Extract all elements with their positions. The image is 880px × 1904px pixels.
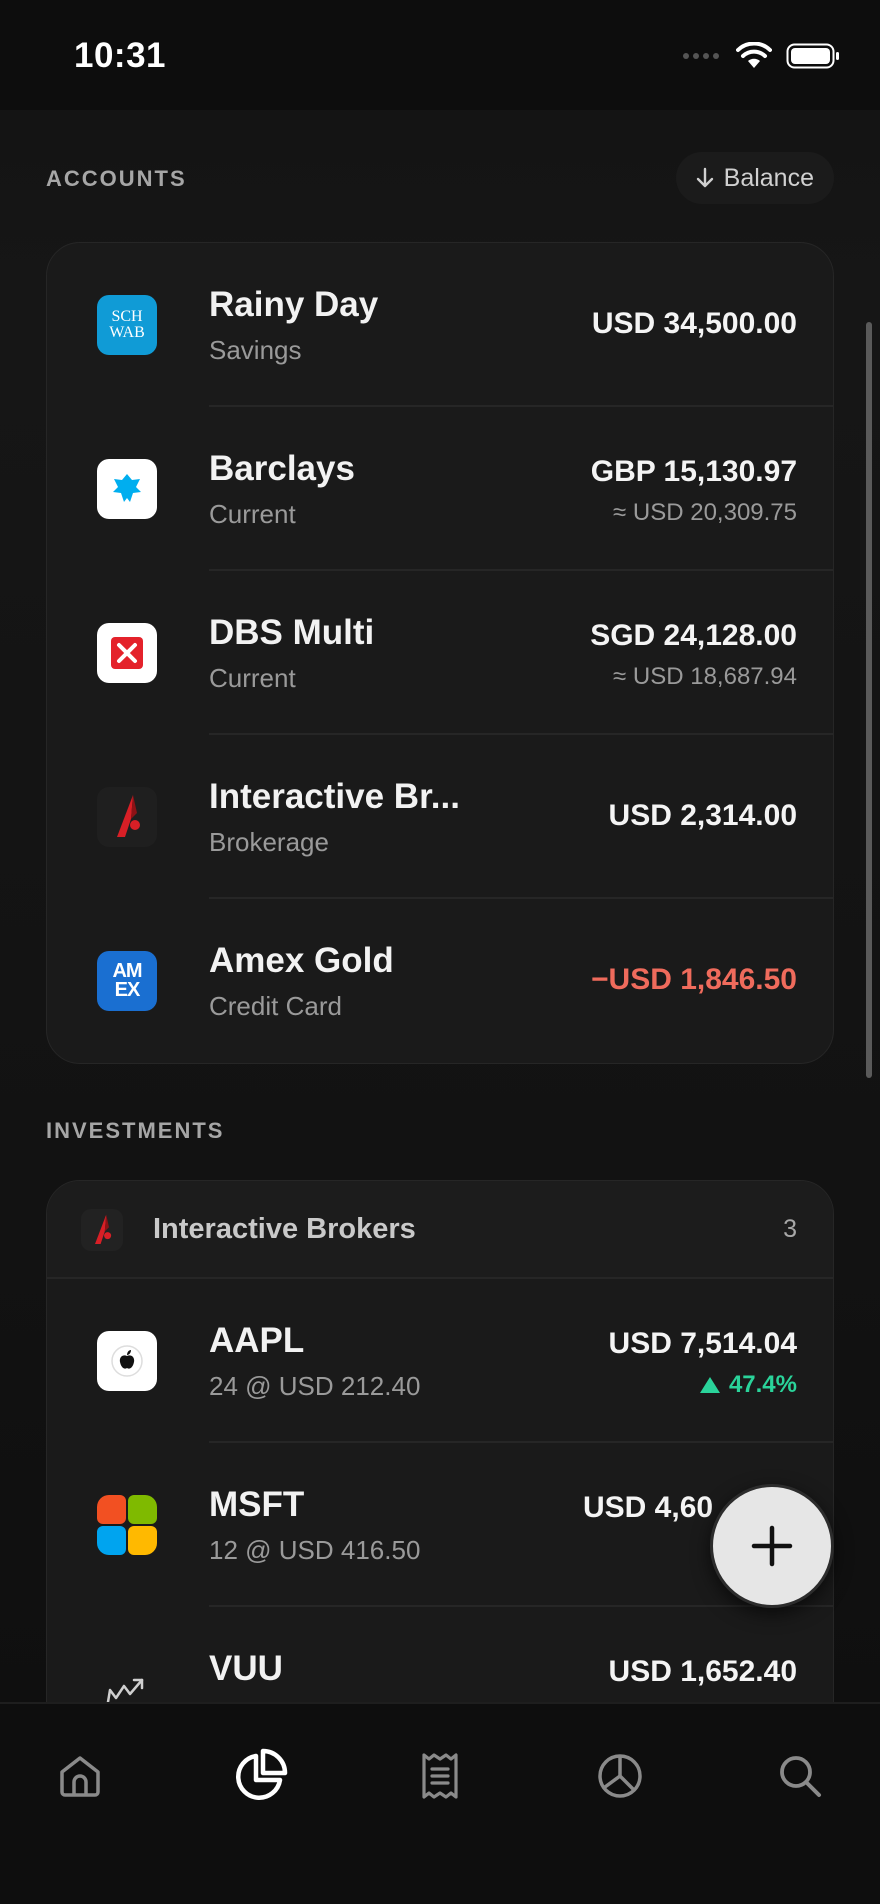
holding-detail: 24 @ USD 212.40 [209, 1371, 421, 1401]
plus-icon [751, 1525, 793, 1567]
brokerage-group-name: Interactive Brokers [153, 1213, 416, 1245]
account-balance: USD 2,314.00 [608, 799, 797, 832]
holding-ticker: AAPL [209, 1321, 305, 1360]
arrow-down-icon [696, 167, 713, 188]
triangle-up-icon [699, 1377, 720, 1393]
home-icon [60, 1756, 100, 1797]
account-type: Current [209, 499, 296, 529]
ib-logo-icon [117, 795, 140, 837]
tab-bar [0, 1702, 880, 1904]
account-row-amex-gold[interactable]: AM EX Amex Gold Credit Card −USD 1,846.5… [47, 899, 833, 1063]
holding-row-aapl[interactable]: AAPL 24 @ USD 212.40 USD 7,514.04 47.4% [47, 1279, 833, 1443]
account-balance: USD 34,500.00 [591, 307, 797, 340]
cellular-signal-icon [683, 53, 719, 59]
account-type: Credit Card [209, 991, 342, 1021]
holding-change: 47.4% [699, 1371, 797, 1399]
accounts-card: SCH WAB Rainy Day Savings USD 34,500.00 … [46, 242, 834, 1064]
amex-logo-line2: EX [114, 979, 141, 1001]
account-name: Interactive Br... [209, 777, 460, 816]
accounts-heading: ACCOUNTS [46, 166, 187, 191]
holding-value: USD 1,652.40 [608, 1655, 797, 1688]
account-name: Barclays [209, 449, 355, 488]
dbs-logo [97, 623, 157, 683]
schwab-logo-line1: SCH [111, 308, 143, 325]
account-row-rainy-day[interactable]: SCH WAB Rainy Day Savings USD 34,500.00 [47, 243, 833, 407]
account-row-dbs-multi[interactable]: DBS Multi Current SGD 24,128.00 ≈ USD 18… [47, 571, 833, 735]
sort-balance-button[interactable]: Balance [675, 152, 834, 204]
tab-search[interactable] [770, 1746, 830, 1806]
holding-ticker: VUU [209, 1649, 283, 1688]
battery-icon [786, 43, 839, 69]
status-time: 10:31 [74, 36, 167, 75]
interactive-brokers-logo [97, 787, 157, 847]
tab-transactions[interactable] [410, 1746, 470, 1806]
receipt-icon [422, 1753, 458, 1799]
add-button[interactable] [710, 1484, 834, 1608]
holding-row-vuu[interactable]: VUU USD 1,652.40 [47, 1607, 833, 1702]
account-balance-negative: −USD 1,846.50 [591, 963, 797, 996]
schwab-logo: SCH WAB [97, 295, 157, 355]
apple-logo [97, 1331, 157, 1391]
account-name: Rainy Day [209, 285, 379, 324]
holding-change-percent: 47.4% [728, 1371, 797, 1398]
trend-up-icon [106, 1678, 144, 1702]
search-icon [780, 1756, 821, 1797]
apple-icon [111, 1345, 143, 1377]
account-type: Current [209, 663, 296, 693]
barclays-logo [97, 459, 157, 519]
eagle-icon [113, 474, 141, 502]
microsoft-logo [97, 1495, 157, 1555]
sort-label: Balance [723, 163, 814, 192]
account-balance: SGD 24,128.00 [590, 619, 797, 652]
wifi-icon [736, 42, 772, 68]
schwab-logo-line2: WAB [109, 324, 145, 341]
account-type: Brokerage [209, 827, 329, 857]
tab-portfolio[interactable] [230, 1746, 290, 1806]
investments-card: Interactive Brokers 3 AAPL 24 @ USD 212.… [46, 1180, 834, 1702]
account-row-barclays[interactable]: Barclays Current GBP 15,130.97 ≈ USD 20,… [47, 407, 833, 571]
status-icons [682, 42, 840, 70]
trend-chart-icon [97, 1659, 157, 1702]
holding-value: USD 7,514.04 [608, 1327, 797, 1360]
account-name: DBS Multi [209, 613, 375, 652]
ib-logo-icon [95, 1214, 112, 1244]
microsoft-icon [97, 1495, 157, 1555]
scrollbar[interactable] [866, 322, 872, 1078]
investments-heading: INVESTMENTS [46, 1118, 225, 1143]
amex-logo: AM EX [97, 951, 157, 1011]
holdings-count: 3 [783, 1215, 797, 1243]
dbs-star-icon [111, 637, 143, 669]
account-balance: GBP 15,130.97 [590, 455, 797, 488]
portfolio-pie-icon [236, 1748, 288, 1800]
account-type: Savings [209, 335, 302, 365]
account-converted-balance: ≈ USD 20,309.75 [613, 499, 797, 526]
holding-detail: 12 @ USD 416.50 [209, 1535, 421, 1565]
tab-analytics[interactable] [590, 1746, 650, 1806]
account-name: Amex Gold [209, 941, 394, 980]
brokerage-group-header[interactable]: Interactive Brokers 3 [47, 1181, 833, 1279]
status-bar: 10:31 [0, 0, 880, 110]
account-row-interactive-brokers[interactable]: Interactive Br... Brokerage USD 2,314.00 [47, 735, 833, 899]
account-converted-balance: ≈ USD 18,687.94 [613, 663, 797, 690]
scroll-content[interactable]: ACCOUNTS Balance SCH WAB Rainy Day Savin… [0, 110, 880, 1702]
analytics-pie-icon [598, 1754, 642, 1798]
holding-ticker: MSFT [209, 1485, 305, 1524]
tab-home[interactable] [50, 1746, 110, 1806]
interactive-brokers-logo [81, 1209, 123, 1251]
